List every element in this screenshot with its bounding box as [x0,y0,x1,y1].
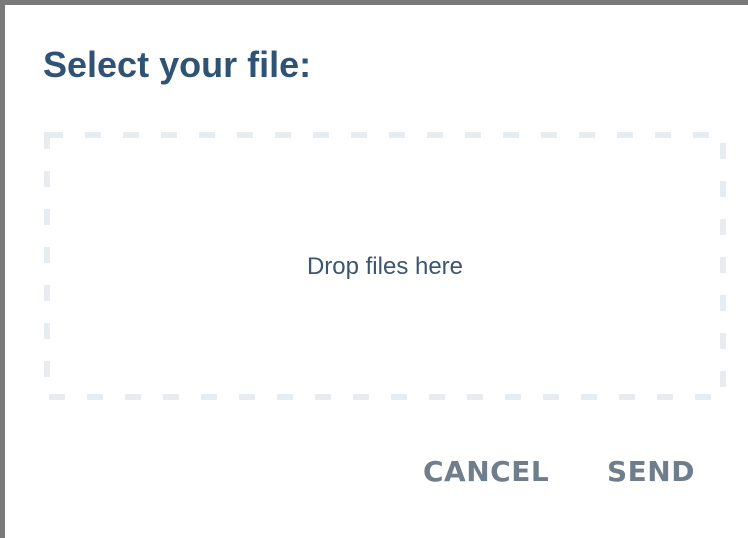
dialog-title: Select your file: [43,44,312,85]
file-dropzone[interactable]: Drop files here [44,132,726,400]
dropzone-label: Drop files here [306,253,464,280]
cancel-button[interactable]: CANCEL [423,455,549,489]
file-select-dialog: Select your file: Drop files here CANCEL… [0,0,748,538]
send-button[interactable]: SEND [607,455,695,489]
